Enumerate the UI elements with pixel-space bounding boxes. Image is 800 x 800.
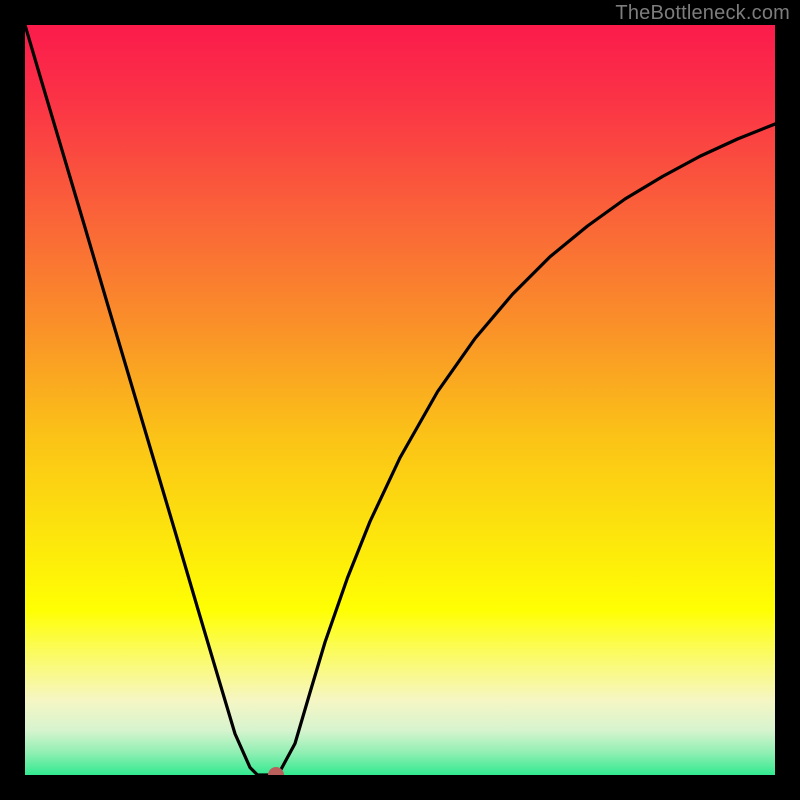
bottleneck-curve bbox=[25, 25, 775, 775]
chart-frame: TheBottleneck.com bbox=[0, 0, 800, 800]
watermark-text: TheBottleneck.com bbox=[615, 2, 790, 25]
plot-area bbox=[25, 25, 775, 775]
